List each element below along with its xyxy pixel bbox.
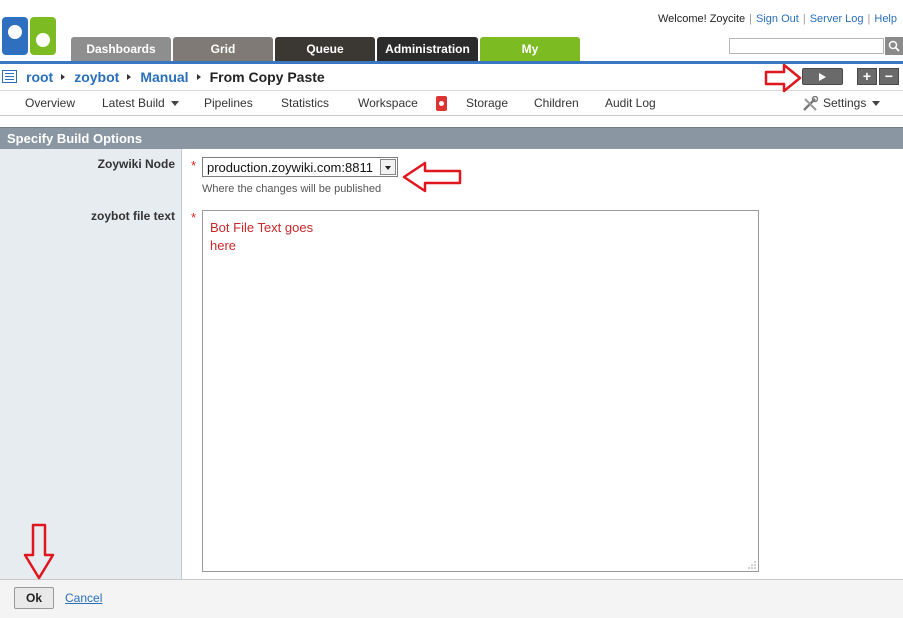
zoywiki-node-label: Zoywiki Node bbox=[97, 157, 175, 171]
help-link[interactable]: Help bbox=[874, 13, 897, 25]
zoybot-file-text-input[interactable] bbox=[202, 210, 759, 572]
annotation-arrow-left-icon bbox=[402, 161, 462, 193]
required-marker: * bbox=[191, 158, 197, 173]
breadcrumb-root[interactable]: root bbox=[26, 69, 53, 85]
breadcrumb-zoybot[interactable]: zoybot bbox=[74, 69, 119, 85]
search-button[interactable] bbox=[885, 37, 903, 55]
zoywiki-node-select[interactable]: production.zoywiki.com:8811 bbox=[202, 157, 398, 177]
list-icon[interactable] bbox=[2, 70, 17, 83]
workspace-lock-icon bbox=[436, 96, 447, 111]
quickbuild-logo bbox=[2, 17, 56, 55]
breadcrumb-arrow-icon bbox=[196, 74, 201, 80]
breadcrumb-manual[interactable]: Manual bbox=[140, 69, 188, 85]
subnav-statistics[interactable]: Statistics bbox=[281, 96, 329, 110]
user-links: Welcome! Zoycite | Sign Out | Server Log | Hel… bbox=[657, 13, 897, 25]
subnav-workspace[interactable]: Workspace bbox=[358, 96, 418, 110]
breadcrumb-arrow-icon bbox=[127, 74, 132, 80]
add-button[interactable]: + bbox=[857, 68, 877, 85]
cancel-link[interactable]: Cancel bbox=[65, 591, 102, 605]
run-build-button[interactable] bbox=[802, 68, 843, 85]
breadcrumb-arrow-icon bbox=[61, 74, 66, 80]
subnav-overview[interactable]: Overview bbox=[25, 96, 75, 110]
annotation-arrow-down-icon bbox=[23, 523, 55, 580]
subnav-latest-build[interactable]: Latest Build bbox=[102, 96, 179, 110]
tab-my[interactable]: My bbox=[480, 37, 580, 61]
annotation-arrow-right-icon bbox=[764, 63, 802, 93]
search-icon bbox=[888, 40, 900, 52]
subnav-settings-label: Settings bbox=[823, 96, 867, 110]
subnav-settings[interactable]: Settings bbox=[823, 96, 881, 110]
play-icon bbox=[819, 72, 826, 81]
chevron-down-icon bbox=[170, 101, 179, 107]
sign-out-link[interactable]: Sign Out bbox=[756, 13, 799, 25]
chevron-down-icon[interactable] bbox=[380, 159, 396, 175]
tab-dashboards[interactable]: Dashboards bbox=[71, 37, 171, 61]
tab-administration[interactable]: Administration bbox=[377, 37, 478, 61]
subnav-pipelines[interactable]: Pipelines bbox=[204, 96, 253, 110]
breadcrumb-current: From Copy Paste bbox=[209, 69, 325, 85]
ok-button[interactable]: Ok bbox=[14, 587, 54, 609]
chevron-down-icon bbox=[872, 101, 881, 107]
zoybot-file-text-label: zoybot file text bbox=[90, 209, 175, 223]
configuration-subnav: Overview Latest Build Pipelines Statisti… bbox=[0, 92, 903, 116]
subnav-storage[interactable]: Storage bbox=[466, 96, 508, 110]
tab-queue[interactable]: Queue bbox=[275, 37, 375, 61]
subnav-latest-build-label: Latest Build bbox=[102, 96, 165, 110]
app-header: Welcome! Zoycite | Sign Out | Server Log | Hel… bbox=[0, 0, 903, 64]
breadcrumb: root zoybot Manual From Copy Paste bbox=[26, 69, 325, 85]
subnav-children[interactable]: Children bbox=[534, 96, 579, 110]
settings-tools-icon bbox=[803, 96, 818, 111]
zoywiki-node-hint: Where the changes will be published bbox=[202, 183, 382, 195]
tab-grid[interactable]: Grid bbox=[173, 37, 273, 61]
panel-title: Specify Build Options bbox=[0, 127, 903, 149]
main-tabs: Dashboards Grid Queue Administration My bbox=[71, 37, 582, 61]
form-footer bbox=[0, 579, 903, 618]
server-log-link[interactable]: Server Log bbox=[810, 13, 864, 25]
remove-button[interactable]: − bbox=[879, 68, 899, 85]
resize-grip-icon[interactable] bbox=[747, 560, 757, 570]
search-input[interactable] bbox=[729, 38, 884, 54]
welcome-text: Welcome! Zoycite bbox=[657, 13, 746, 25]
subnav-audit-log[interactable]: Audit Log bbox=[605, 96, 656, 110]
required-marker: * bbox=[191, 210, 197, 225]
